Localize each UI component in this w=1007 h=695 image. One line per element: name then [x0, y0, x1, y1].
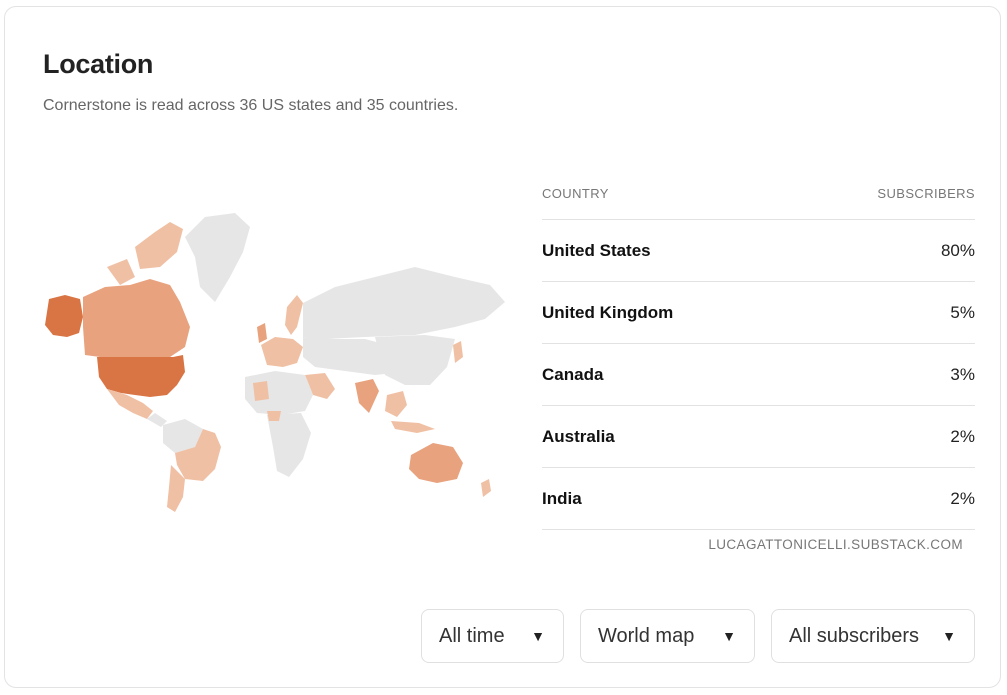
row-value: 2%	[950, 488, 975, 508]
map-uk	[257, 323, 267, 343]
table-row: Australia 2%	[542, 406, 975, 468]
map-southeast-asia	[385, 391, 407, 417]
table-header: COUNTRY SUBSCRIBERS	[542, 167, 975, 220]
map-west-africa	[253, 381, 269, 401]
map-canada-arctic-2	[107, 259, 135, 285]
table-row: Canada 3%	[542, 344, 975, 406]
map-canada	[83, 279, 190, 357]
period-dropdown[interactable]: All time ▼	[421, 609, 564, 663]
table-row: United Kingdom 5%	[542, 282, 975, 344]
row-country: United Kingdom	[542, 302, 674, 322]
map-new-zealand	[481, 479, 491, 497]
world-map	[45, 213, 505, 512]
map-china	[375, 335, 455, 385]
period-dropdown-label: All time	[439, 624, 505, 647]
row-country: India	[542, 488, 582, 508]
map-east-africa	[267, 411, 281, 421]
table-row: United States 80%	[542, 220, 975, 282]
header-country: COUNTRY	[542, 185, 609, 201]
table-row: India 2%	[542, 468, 975, 530]
row-value: 2%	[950, 426, 975, 446]
view-dropdown[interactable]: World map ▼	[580, 609, 755, 663]
country-table: COUNTRY SUBSCRIBERS United States 80% Un…	[542, 167, 975, 530]
map-russia	[303, 267, 505, 339]
filter-controls: All time ▼ World map ▼ All subscribers ▼	[421, 609, 975, 663]
card-subtitle: Cornerstone is read across 36 US states …	[43, 97, 459, 114]
row-country: Canada	[542, 364, 604, 384]
row-value: 80%	[940, 240, 975, 260]
map-australia	[409, 443, 463, 483]
map-greenland	[185, 213, 250, 302]
row-value: 3%	[950, 364, 975, 384]
map-canada-arctic	[135, 222, 183, 269]
row-country: United States	[542, 240, 651, 260]
map-europe	[261, 337, 303, 367]
triangle-down-icon: ▼	[722, 628, 736, 644]
triangle-down-icon: ▼	[531, 628, 545, 644]
audience-dropdown[interactable]: All subscribers ▼	[771, 609, 975, 663]
map-alaska	[45, 295, 83, 337]
row-country: Australia	[542, 426, 615, 446]
map-indonesia	[391, 421, 435, 433]
map-india	[355, 379, 379, 413]
source-label: LUCAGATTONICELLI.SUBSTACK.COM	[708, 537, 963, 552]
map-scandinavia	[285, 295, 303, 335]
card-title: Location	[43, 49, 154, 79]
view-dropdown-label: World map	[598, 624, 695, 647]
row-value: 5%	[950, 302, 975, 322]
map-south-africa	[267, 413, 311, 477]
location-card: Location Cornerstone is read across 36 U…	[4, 6, 1001, 688]
triangle-down-icon: ▼	[942, 628, 956, 644]
header-subscribers: SUBSCRIBERS	[877, 185, 975, 201]
audience-dropdown-label: All subscribers	[789, 624, 920, 647]
map-japan	[453, 341, 463, 363]
